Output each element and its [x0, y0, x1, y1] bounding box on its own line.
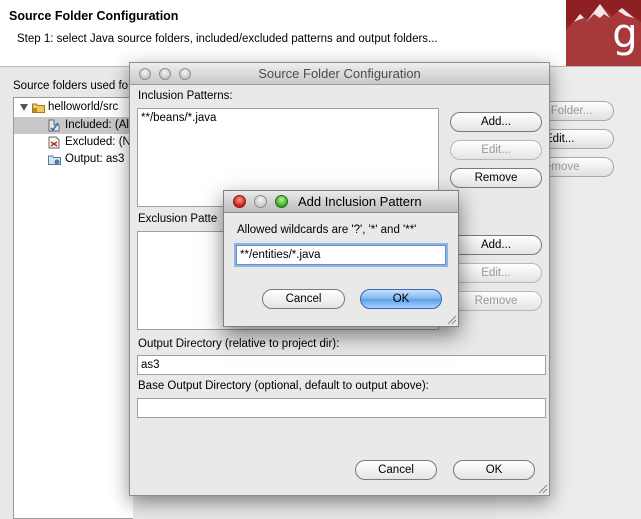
- wizard-title: Source Folder Configuration: [9, 9, 179, 23]
- inclusion-remove-button[interactable]: Remove: [450, 168, 542, 188]
- inner-dialog-titlebar: Add Inclusion Pattern: [224, 191, 458, 213]
- exclusion-patterns-label: Exclusion Patte: [138, 213, 218, 225]
- resize-grip-icon[interactable]: [536, 482, 548, 494]
- brand-logo: g: [566, 0, 641, 66]
- tree-row-project[interactable]: helloworld/src: [14, 99, 134, 116]
- inclusion-add-button[interactable]: Add...: [450, 112, 542, 132]
- base-output-directory-field[interactable]: [137, 398, 546, 418]
- minimize-icon[interactable]: [254, 195, 267, 208]
- pattern-input[interactable]: **/entities/*.java: [236, 245, 446, 265]
- exclusion-edit-button[interactable]: Edit...: [450, 263, 542, 283]
- disclosure-triangle-icon[interactable]: [20, 104, 28, 111]
- base-output-directory-label: Base Output Directory (optional, default…: [138, 380, 429, 392]
- excluded-filter-icon: [48, 136, 60, 149]
- source-folders-label: Source folders used fo: [13, 80, 129, 92]
- logo-letter: g: [612, 11, 638, 57]
- inclusion-patterns-label: Inclusion Patterns:: [138, 90, 233, 102]
- tree-label: Output: as3: [65, 153, 125, 165]
- inclusion-edit-button[interactable]: Edit...: [450, 140, 542, 160]
- tree-label: Included: (Al: [65, 119, 129, 131]
- output-directory-field[interactable]: as3: [137, 355, 546, 375]
- output-directory-label: Output Directory (relative to project di…: [138, 338, 340, 350]
- dialog-cancel-button[interactable]: Cancel: [355, 460, 437, 480]
- inner-cancel-button[interactable]: Cancel: [262, 289, 345, 309]
- inner-dialog-title: Add Inclusion Pattern: [298, 194, 422, 209]
- tree-label: Excluded: (N: [65, 136, 131, 148]
- dialog-title: Source Folder Configuration: [258, 66, 421, 81]
- included-filter-icon: [48, 119, 60, 132]
- inner-ok-button[interactable]: OK: [360, 289, 442, 309]
- tree-label: helloworld/src: [48, 101, 119, 113]
- wizard-step-description: Step 1: select Java source folders, incl…: [17, 33, 438, 45]
- close-icon[interactable]: [233, 195, 246, 208]
- exclusion-add-button[interactable]: Add...: [450, 235, 542, 255]
- exclusion-remove-button[interactable]: Remove: [450, 291, 542, 311]
- add-inclusion-pattern-dialog: Add Inclusion Pattern Allowed wildcards …: [223, 190, 459, 327]
- dialog-titlebar: Source Folder Configuration: [130, 63, 549, 85]
- zoom-icon[interactable]: [275, 195, 288, 208]
- source-folder-icon: [32, 103, 45, 113]
- list-item[interactable]: **/beans/*.java: [141, 112, 216, 124]
- dialog-ok-button[interactable]: OK: [453, 460, 535, 480]
- wildcards-hint: Allowed wildcards are '?', '*' and '**': [237, 224, 417, 236]
- source-folder-tree[interactable]: helloworld/src Included: (Al Excluded: (…: [13, 97, 134, 519]
- tree-row-included[interactable]: Included: (Al: [14, 117, 134, 134]
- output-folder-icon: [48, 155, 61, 165]
- resize-grip-icon[interactable]: [445, 313, 457, 325]
